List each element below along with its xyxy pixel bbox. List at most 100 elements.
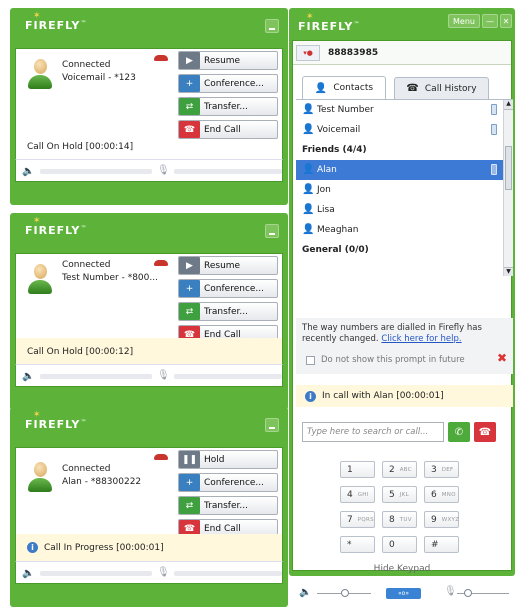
microphone-icon: 🎙 [157,370,170,381]
mic-volume-slider[interactable] [174,571,282,576]
conference-icon: + [179,75,200,92]
key-5[interactable]: 5 JKL [382,486,417,503]
pause-icon: ❚❚ [179,451,200,468]
key-0[interactable]: 0 [382,536,417,553]
call-connection-status: Connected [62,260,111,270]
speaker-volume-slider[interactable] [40,374,152,379]
scroll-up-icon[interactable]: ▲ [504,100,513,110]
search-call-input[interactable]: Type here to search or call... [302,422,444,442]
main-window-titlebar[interactable]: ✶ FIREFLY™ Menu — ✕ [292,8,512,40]
person-icon [28,59,52,93]
call-window-test-number: ✶ FIREFLY™ Connected Test Number - *800..… [10,213,288,410]
conference-button[interactable]: + Conference... [178,473,278,492]
key-2[interactable]: 2 ABC [382,461,417,478]
contact-jon[interactable]: 👤 Jon [296,180,513,200]
close-button[interactable]: ✕ [500,14,512,28]
contact-alan[interactable]: 👤 Alan [296,160,513,180]
volume-bar: 🔈 🎙 [15,159,283,182]
do-not-show-checkbox[interactable]: Do not show this prompt in future [306,355,465,366]
key-6[interactable]: 6 MNO [424,486,459,503]
speaker-icon: 🔈 [22,371,35,382]
hold-button[interactable]: ❚❚ Hold [178,450,278,469]
scroll-thumb[interactable] [505,146,512,190]
speaker-icon: 🔈 [22,166,35,177]
call-window-alan: ✶ FIREFLY™ Connected Alan - *88300222 ❚❚ H… [10,407,288,607]
minimize-button[interactable] [265,224,279,238]
checkbox-box[interactable] [306,356,315,365]
key-8[interactable]: 8 TUV [382,511,417,528]
tab-contacts[interactable]: 👤 Contacts [302,76,386,99]
contact-voicemail[interactable]: 👤 Voicemail [296,120,513,140]
contact-lisa[interactable]: 👤 Lisa [296,200,513,220]
call-panel: Connected Test Number - *800... ▶ Resume … [15,253,283,365]
mic-volume-knob[interactable] [464,589,472,597]
call-window-titlebar[interactable]: ✶ FIREFLY™ [15,213,283,253]
tab-call-history[interactable]: ☎ Call History [394,77,489,99]
call-connection-status: Connected [62,464,111,474]
conference-icon: + [179,474,200,491]
mobile-icon [491,164,497,175]
scroll-down-icon[interactable]: ▼ [504,267,513,276]
in-call-status: i In call with Alan [00:00:01] [296,385,513,407]
firefly-logo: ✶ FIREFLY™ [298,12,360,33]
call-window-titlebar[interactable]: ✶ FIREFLY™ [15,8,283,48]
person-icon [28,264,52,298]
contacts-list: 👤 Test Number 👤 Voicemail Friends (4/4) 👤 A… [296,99,513,276]
speaker-volume-slider[interactable] [40,169,152,174]
resume-button[interactable]: ▶ Resume [178,51,278,70]
mic-volume-slider[interactable] [174,374,282,379]
minimize-button[interactable] [265,19,279,33]
transfer-button[interactable]: ⇄ Transfer... [178,496,278,515]
dial-row: Type here to search or call... ✆ ☎ [302,422,496,442]
conference-icon: + [179,280,200,297]
caller-id-dropdown[interactable]: ▾● [296,44,320,61]
transfer-button[interactable]: ⇄ Transfer... [178,97,278,116]
key-9[interactable]: 9 WXYZ [424,511,459,528]
minimize-button[interactable] [265,418,279,432]
in-call-text: In call with Alan [00:00:01] [322,391,444,401]
key-4[interactable]: 4 GHI [340,486,375,503]
hide-keypad-link[interactable]: Hide Keypad [293,564,511,574]
audio-device-icon[interactable]: «o» [386,588,421,599]
call-status-text: Call On Hold [00:00:12] [27,346,134,357]
hangup-button[interactable]: ☎ [474,422,496,442]
call-button[interactable]: ✆ [448,422,470,442]
key-7[interactable]: 7 PQRS [340,511,375,528]
transfer-button[interactable]: ⇄ Transfer... [178,302,278,321]
main-window: ✶ FIREFLY™ Menu — ✕ ▾● 88883985 👤 Contacts… [289,8,515,599]
key-star[interactable]: * [340,536,375,553]
call-status-text: Call In Progress [00:00:01] [44,542,164,553]
help-link[interactable]: Click here for help. [381,334,461,344]
key-hash[interactable]: # [424,536,459,553]
speaker-icon: 🔈 [299,587,312,598]
contact-icon: 👤 [302,124,315,135]
call-window-titlebar[interactable]: ✶ FIREFLY™ [15,407,283,447]
microphone-icon: 🎙 [157,165,170,176]
conference-button[interactable]: + Conference... [178,74,278,93]
speaker-volume-knob[interactable] [341,589,349,597]
contact-icon: 👤 [302,164,315,175]
conference-button[interactable]: + Conference... [178,279,278,298]
contact-icon: 👤 [302,204,315,215]
contact-icon: 👤 [302,224,315,235]
minimize-button[interactable]: — [482,14,498,28]
mobile-icon [491,124,497,135]
dialling-notice: The way numbers are dialled in Firefly h… [296,318,513,374]
contacts-icon: 👤 [314,82,328,94]
key-3[interactable]: 3 DEF [424,461,459,478]
menu-button[interactable]: Menu [448,14,480,28]
key-1[interactable]: 1 [340,461,375,478]
call-panel: Connected Alan - *88300222 ❚❚ Hold + Confe… [15,447,283,561]
dismiss-notice-icon[interactable]: ✖ [497,352,507,364]
group-friends[interactable]: Friends (4/4) [296,140,513,160]
contact-test-number[interactable]: 👤 Test Number [296,100,513,120]
main-volume-bar: 🔈 «o» 🎙 [297,586,511,602]
mic-volume-slider[interactable] [174,169,282,174]
contacts-scrollbar[interactable]: ▲ ▼ [503,100,513,276]
speaker-volume-slider[interactable] [40,571,152,576]
contact-meaghan[interactable]: 👤 Meaghan [296,220,513,240]
resume-button[interactable]: ▶ Resume [178,256,278,275]
my-number: 88883985 [328,47,379,58]
group-general[interactable]: General (0/0) [296,240,513,260]
my-number-row: ▾● 88883985 [293,41,511,65]
